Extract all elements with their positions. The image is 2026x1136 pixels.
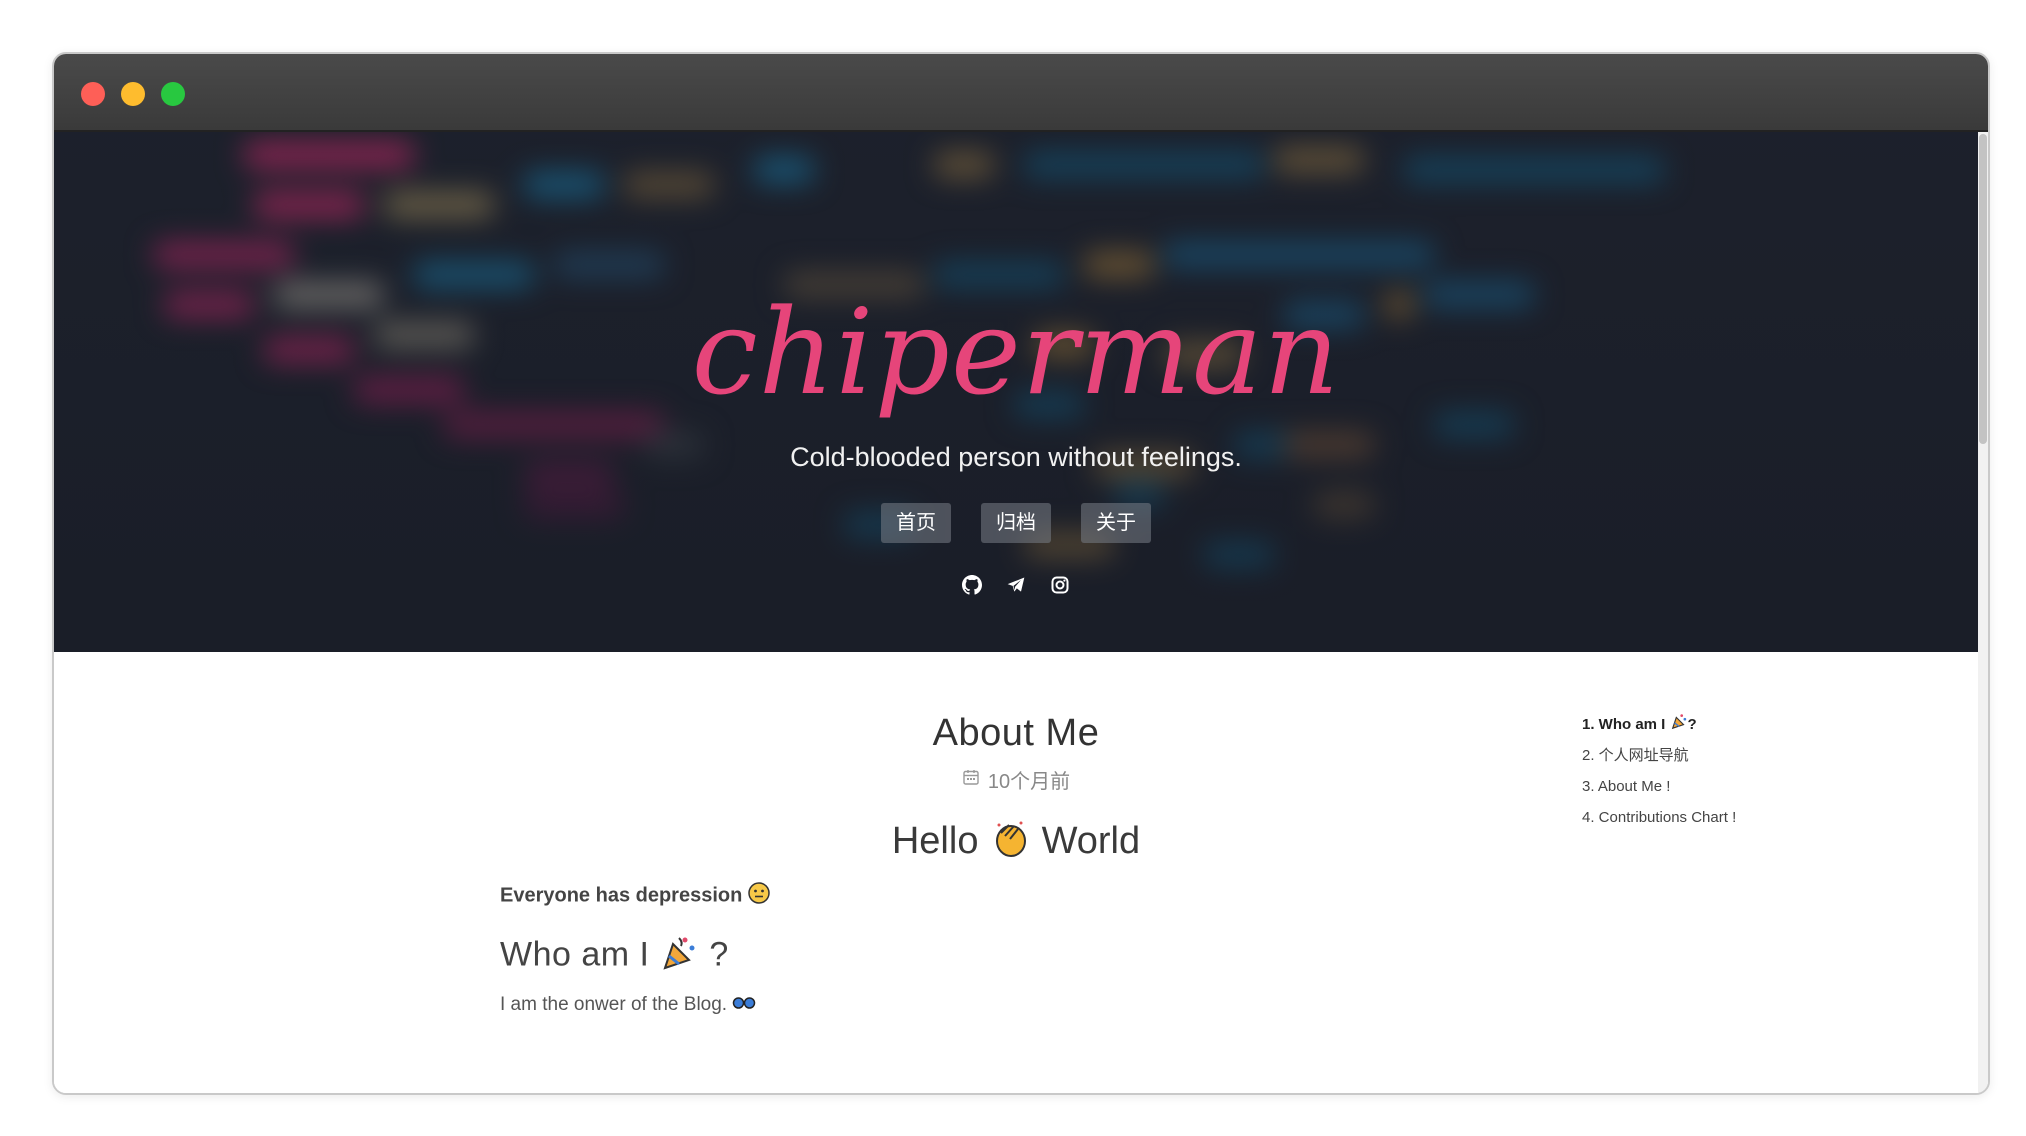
vertical-scrollbar[interactable] [1978,132,1988,1093]
toc-item-label: 1. Who am I [1582,716,1666,733]
instagram-icon[interactable] [1048,573,1072,597]
clapping-hands-icon [989,817,1031,869]
post-emphasis: Everyone has depression [500,882,770,910]
nav-home[interactable]: 首页 [881,503,951,543]
site-brand[interactable]: chiperman [54,282,1978,424]
screen: chiperman Cold-blooded person without fe… [0,0,2026,1136]
emphasis-text: Everyone has depression [500,884,743,907]
post-content: About Me 10个月前 Hello World Everyone has … [54,652,1978,1093]
who-am-i-suffix: ? [709,935,729,974]
social-links [54,573,1978,597]
who-am-i-text: Who am I [500,935,650,974]
telegram-icon[interactable] [1004,573,1028,597]
heading-world-text: World [1041,820,1141,863]
hero-header: chiperman Cold-blooded person without fe… [54,132,1978,652]
nav-about[interactable]: 关于 [1081,503,1151,543]
toc-item-contributions[interactable]: 4. Contributions Chart ! [1582,802,1736,833]
glasses-icon [732,993,756,1017]
section-heading-who-am-i: Who am I ? [500,932,729,981]
table-of-contents: 1. Who am I ? 2. 个人网址导航 3. About Me ! 4.… [1582,709,1736,833]
window-titlebar [54,54,1988,132]
toc-item-suffix: ? [1687,716,1697,733]
calendar-icon [962,768,980,792]
site-subtitle: Cold-blooded person without feelings. [790,442,1242,472]
close-button[interactable] [81,82,105,106]
party-popper-icon [659,932,699,981]
scrollbar-thumb[interactable] [1979,134,1987,444]
page-viewport: chiperman Cold-blooded person without fe… [54,132,1988,1093]
browser-window: chiperman Cold-blooded person without fe… [52,52,1990,1095]
toc-item-navigation[interactable]: 2. 个人网址导航 [1582,740,1736,771]
main-nav: 首页 归档 关于 [54,503,1978,543]
paragraph-text: I am the onwer of the Blog. [500,994,728,1016]
toc-item-about-me[interactable]: 3. About Me ! [1582,771,1736,802]
post-paragraph: I am the onwer of the Blog. [500,993,756,1017]
github-icon[interactable] [960,573,984,597]
maximize-button[interactable] [161,82,185,106]
party-popper-icon [1670,710,1688,741]
heading-hello-text: Hello [891,820,979,863]
post-time: 10个月前 [987,771,1071,793]
toc-item-who-am-i[interactable]: 1. Who am I ? [1582,709,1736,740]
nav-archive[interactable]: 归档 [981,503,1051,543]
minimize-button[interactable] [121,82,145,106]
neutral-face-icon [748,882,770,910]
